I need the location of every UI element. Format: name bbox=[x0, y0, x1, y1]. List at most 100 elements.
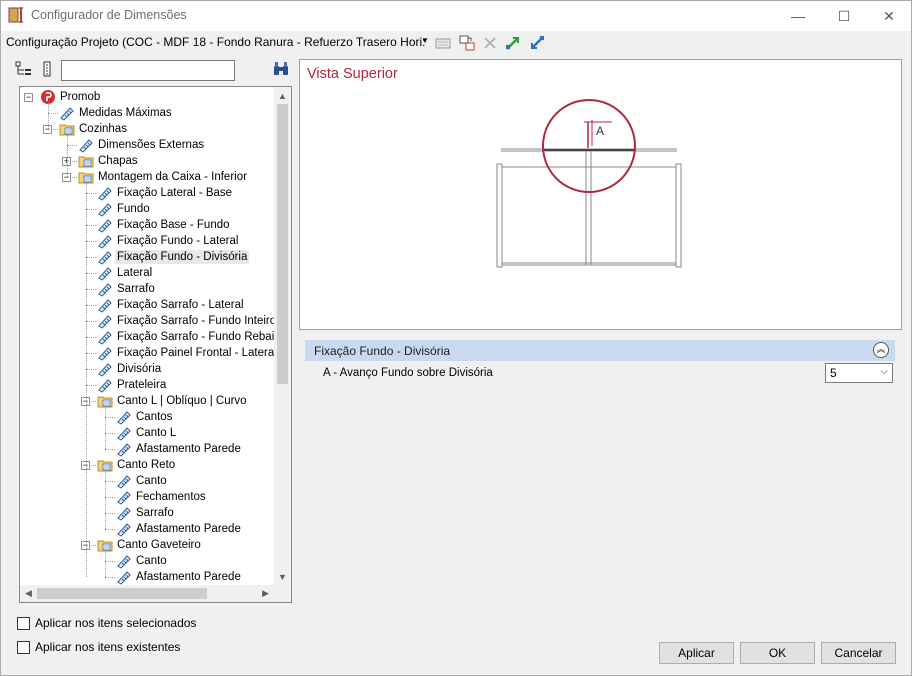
tree-connector bbox=[86, 305, 96, 306]
app-icon bbox=[8, 7, 23, 23]
scroll-thumb[interactable] bbox=[277, 104, 288, 384]
collapse-chevrons-icon[interactable]: ︽ bbox=[873, 342, 889, 358]
chevron-down-icon[interactable]: ▼ bbox=[421, 36, 429, 45]
tree-item[interactable]: Cozinhas bbox=[59, 121, 129, 137]
tape-icon bbox=[59, 105, 75, 121]
dimension-tree[interactable]: − Promob Medidas Máximas − Cozinhas Dimensões… bbox=[19, 86, 292, 603]
property-group-title: Fixação Fundo - Divisória bbox=[314, 344, 451, 358]
tape-icon bbox=[97, 281, 113, 297]
tree-collapse-icon[interactable] bbox=[41, 61, 53, 77]
configuration-combo[interactable]: Configuração Projeto (COC - MDF 18 - Fon… bbox=[6, 35, 432, 51]
tree-item[interactable]: Canto bbox=[116, 553, 169, 569]
tree-horizontal-scrollbar[interactable]: ◀ ▶ bbox=[20, 585, 274, 602]
tree-expand-icon[interactable] bbox=[15, 61, 33, 77]
configurator-window: Configurador de Dimensões — ☐ ✕ Configur… bbox=[0, 0, 912, 676]
tree-item[interactable]: Lateral bbox=[97, 265, 154, 281]
close-button[interactable]: ✕ bbox=[866, 1, 912, 31]
tree-item[interactable]: Fixação Sarrafo - Fundo Rebaixa bbox=[97, 329, 274, 345]
tree-item[interactable]: Canto Reto bbox=[97, 457, 177, 473]
tree-item-label: Canto bbox=[136, 475, 167, 487]
apply-button[interactable]: Aplicar bbox=[659, 642, 734, 664]
apply-selected-checkbox[interactable]: Aplicar nos itens selecionados bbox=[17, 616, 196, 630]
tree-connector bbox=[86, 193, 96, 194]
tree-item[interactable]: Fixação Fundo - Divisória bbox=[97, 249, 250, 265]
tree-content: − Promob Medidas Máximas − Cozinhas Dimensões… bbox=[20, 87, 274, 585]
tree-item-label: Prateleira bbox=[117, 379, 167, 391]
minimize-button[interactable]: — bbox=[775, 1, 821, 31]
tree-item[interactable]: Fixação Fundo - Lateral bbox=[97, 233, 240, 249]
tree-search-input[interactable] bbox=[61, 60, 235, 81]
delete-icon[interactable] bbox=[481, 34, 499, 52]
scroll-down-icon[interactable]: ▼ bbox=[274, 568, 291, 585]
chevron-down-icon[interactable]: ⌵ bbox=[880, 366, 888, 377]
tree-item[interactable]: Divisória bbox=[97, 361, 163, 377]
tree-item-label: Canto L bbox=[136, 427, 177, 439]
tree-item[interactable]: Canto bbox=[116, 473, 169, 489]
tape-icon bbox=[116, 569, 132, 585]
top-view-drawing bbox=[496, 99, 682, 268]
tree-item[interactable]: Promob bbox=[40, 89, 102, 105]
tree-item[interactable]: Afastamento Parede bbox=[116, 441, 243, 457]
tree-item[interactable]: Afastamento Parede bbox=[116, 569, 243, 585]
expand-green-arrow-icon[interactable] bbox=[504, 34, 522, 52]
binoculars-search-icon[interactable] bbox=[273, 61, 289, 77]
tree-item[interactable]: Montagem da Caixa - Inferior bbox=[78, 169, 249, 185]
tape-icon bbox=[97, 345, 113, 361]
scroll-thumb[interactable] bbox=[37, 588, 207, 599]
tree-item-label: Cantos bbox=[136, 411, 173, 423]
properties-icon[interactable] bbox=[434, 34, 452, 52]
scroll-up-icon[interactable]: ▲ bbox=[274, 87, 291, 104]
tree-vertical-scrollbar[interactable]: ▲ ▼ bbox=[274, 87, 291, 585]
tree-item[interactable]: Fixação Base - Fundo bbox=[97, 217, 232, 233]
tree-connector bbox=[86, 273, 96, 274]
tree-item[interactable]: Sarrafo bbox=[97, 281, 157, 297]
copy-delete-icon[interactable] bbox=[458, 34, 476, 52]
tree-item-label: Fundo bbox=[117, 203, 150, 215]
tree-item[interactable]: Fixação Lateral - Base bbox=[97, 185, 234, 201]
tree-connector bbox=[105, 577, 115, 578]
checkbox-label: Aplicar nos itens existentes bbox=[35, 640, 181, 654]
tree-item[interactable]: Prateleira bbox=[97, 377, 168, 393]
title-bar: Configurador de Dimensões — ☐ ✕ bbox=[1, 1, 911, 31]
tree-item[interactable]: Afastamento Parede bbox=[116, 521, 243, 537]
tree-item[interactable]: Sarrafo bbox=[116, 505, 176, 521]
tree-item[interactable]: Fundo bbox=[97, 201, 152, 217]
tree-item[interactable]: Canto Gaveteiro bbox=[97, 537, 203, 553]
collapse-blue-arrow-icon[interactable] bbox=[528, 34, 546, 52]
collapse-node-icon[interactable]: − bbox=[24, 93, 33, 102]
tree-guide bbox=[48, 103, 49, 129]
tree-item[interactable]: Medidas Máximas bbox=[59, 105, 174, 121]
tree-item-label: Fixação Lateral - Base bbox=[117, 187, 233, 199]
tree-item-label: Fechamentos bbox=[136, 491, 206, 503]
property-row: A - Avanço Fundo sobre Divisória 5 ⌵ bbox=[305, 363, 895, 383]
tree-item[interactable]: Canto L bbox=[116, 425, 178, 441]
scroll-right-icon[interactable]: ▶ bbox=[257, 585, 274, 602]
tree-item-label: Canto L | Oblíquo | Curvo bbox=[117, 395, 247, 407]
scroll-left-icon[interactable]: ◀ bbox=[20, 585, 37, 602]
cancel-button[interactable]: Cancelar bbox=[821, 642, 896, 664]
tape-icon bbox=[97, 313, 113, 329]
tree-item-label: Lateral bbox=[117, 267, 153, 279]
tree-connector bbox=[86, 241, 96, 242]
tree-guide bbox=[105, 551, 106, 577]
tree-connector bbox=[86, 257, 96, 258]
maximize-button[interactable]: ☐ bbox=[821, 1, 867, 31]
tree-item[interactable]: Fixação Sarrafo - Fundo Inteiro bbox=[97, 313, 274, 329]
tree-item-label: Montagem da Caixa - Inferior bbox=[98, 171, 247, 183]
tree-connector bbox=[48, 113, 58, 114]
tree-item[interactable]: Fechamentos bbox=[116, 489, 208, 505]
tree-item[interactable]: Canto L | Oblíquo | Curvo bbox=[97, 393, 249, 409]
tree-item[interactable]: Dimensões Externas bbox=[78, 137, 206, 153]
tree-item[interactable]: Cantos bbox=[116, 409, 174, 425]
tree-item[interactable]: Chapas bbox=[78, 153, 140, 169]
checkbox-box[interactable] bbox=[17, 640, 30, 654]
tree-item[interactable]: Fixação Painel Frontal - Lateral bbox=[97, 345, 274, 361]
ok-button[interactable]: OK bbox=[740, 642, 815, 664]
apply-existing-checkbox[interactable]: Aplicar nos itens existentes bbox=[17, 640, 180, 654]
tape-icon bbox=[97, 201, 113, 217]
checkbox-box[interactable] bbox=[17, 616, 30, 630]
property-value-combo[interactable]: 5 ⌵ bbox=[825, 363, 893, 383]
property-label: A - Avanço Fundo sobre Divisória bbox=[323, 367, 493, 379]
property-group-header[interactable]: Fixação Fundo - Divisória ︽ bbox=[305, 340, 895, 361]
tree-item[interactable]: Fixação Sarrafo - Lateral bbox=[97, 297, 246, 313]
